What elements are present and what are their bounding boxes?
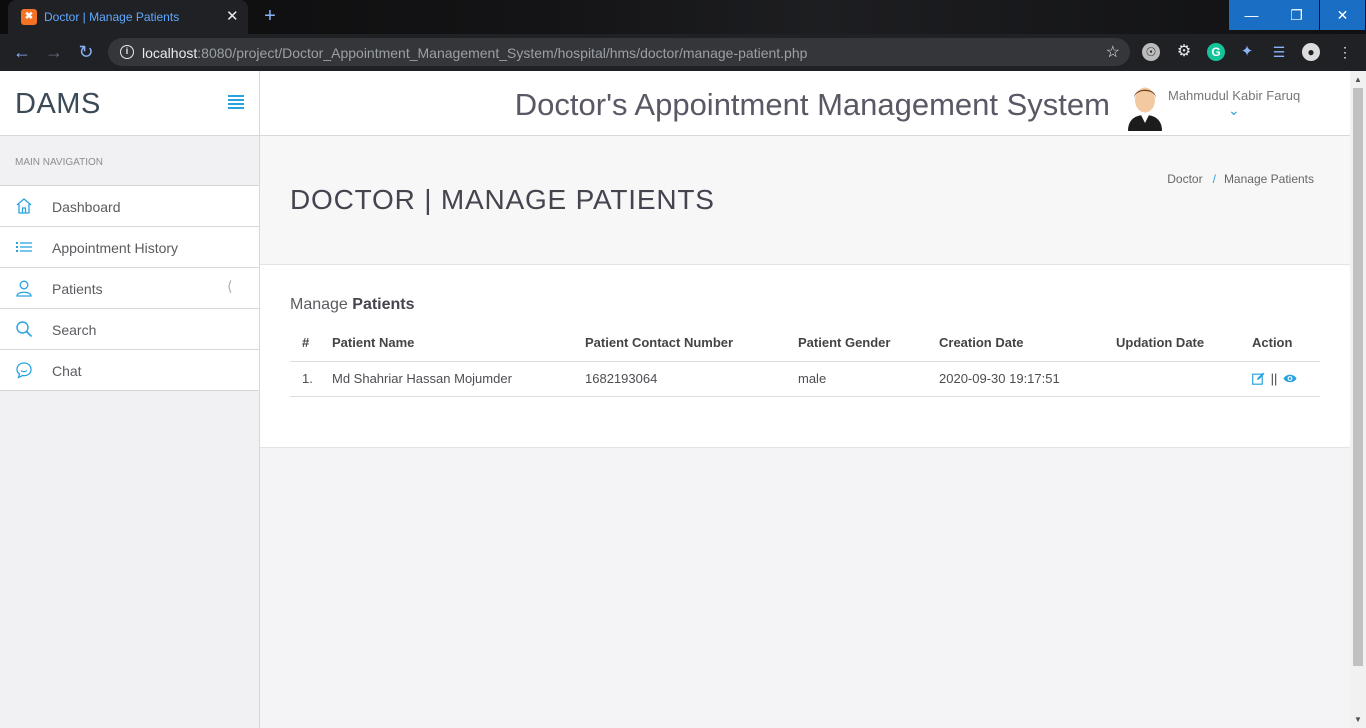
user-name[interactable]: Mahmudul Kabir Faruq (1168, 88, 1300, 103)
bookmark-star-icon[interactable]: ☆ (1106, 42, 1120, 62)
browser-tab[interactable]: ✖ Doctor | Manage Patients ✕ (8, 0, 248, 34)
extensions-icon[interactable]: ✦ (1238, 43, 1256, 61)
sidebar-item-dashboard[interactable]: Dashboard (0, 186, 259, 227)
web-page: DAMS MAIN NAVIGATION Dashboard Appointme… (0, 71, 1366, 728)
patient-gender: male (798, 361, 939, 397)
table-row: 1. Md Shahriar Hassan Mojumder 168219306… (290, 361, 1320, 397)
nav-heading: MAIN NAVIGATION (15, 157, 103, 168)
breadcrumb-item-current: Manage Patients (1223, 172, 1314, 186)
column-header: Patient Contact Number (585, 325, 798, 362)
breadcrumb: Doctor / Manage Patients (1167, 172, 1314, 186)
column-header: Updation Date (1116, 325, 1252, 362)
tab-close-icon[interactable]: ✕ (226, 7, 239, 25)
action-separator: || (1270, 371, 1278, 386)
updation-date (1116, 361, 1252, 397)
chevron-left-icon[interactable]: ⟨ (227, 278, 232, 295)
app-title: Doctor's Appointment Management System (514, 87, 1110, 122)
brand-logo[interactable]: DAMS (15, 88, 101, 121)
page-header: DOCTOR | MANAGE PATIENTS Doctor / Manage P… (260, 136, 1350, 265)
globe-icon[interactable]: ☉ (1142, 43, 1160, 61)
avatar[interactable] (1124, 81, 1166, 131)
column-header: # (290, 325, 332, 362)
view-eye-icon[interactable] (1279, 371, 1297, 386)
section-title: Manage Patients (290, 296, 415, 313)
sidebar-item-label: Search (52, 322, 97, 338)
main-content: Doctor's Appointment Management System M… (260, 71, 1350, 728)
sidebar-item-label: Patients (52, 281, 103, 297)
tab-bar: ✖ Doctor | Manage Patients ✕ + — ❐ ✕ (0, 0, 1366, 34)
chat-icon (15, 361, 33, 379)
list-icon (15, 238, 33, 256)
tab-title: Doctor | Manage Patients (44, 10, 180, 24)
breadcrumb-item-doctor[interactable]: Doctor (1167, 172, 1202, 186)
main-navigation: Dashboard Appointment History Patients ⟨ (0, 185, 259, 391)
edit-icon[interactable] (1252, 371, 1269, 386)
sidebar-item-appointment-history[interactable]: Appointment History (0, 227, 259, 268)
column-header: Patient Gender (798, 325, 939, 362)
patient-name: Md Shahriar Hassan Mojumder (332, 361, 585, 397)
chevron-down-icon[interactable]: ⌄ (1228, 102, 1240, 119)
close-icon[interactable]: ✕ (1320, 0, 1365, 30)
column-header: Patient Name (332, 325, 585, 362)
new-tab-icon[interactable]: + (258, 4, 282, 28)
creation-date: 2020-09-30 19:17:51 (939, 361, 1116, 397)
minimize-icon[interactable]: — (1229, 0, 1274, 30)
home-icon (15, 197, 33, 215)
menu-toggle-icon[interactable] (228, 95, 244, 111)
address-bar[interactable]: i localhost:8080/project/Doctor_Appointm… (108, 38, 1130, 66)
browser-menu-icon[interactable]: ⋮ (1336, 43, 1354, 61)
url-text[interactable]: localhost:8080/project/Doctor_Appointmen… (142, 45, 807, 61)
scroll-up-icon[interactable]: ▲ (1354, 75, 1362, 84)
browser-chrome: ✖ Doctor | Manage Patients ✕ + — ❐ ✕ ← →… (0, 0, 1366, 71)
info-icon[interactable]: i (120, 45, 134, 59)
sidebar-item-search[interactable]: Search (0, 309, 259, 350)
sidebar: DAMS MAIN NAVIGATION Dashboard Appointme… (0, 71, 260, 728)
column-header: Creation Date (939, 325, 1116, 362)
back-icon[interactable]: ← (11, 42, 33, 63)
sidebar-item-chat[interactable]: Chat (0, 350, 259, 391)
grammarly-icon[interactable]: G (1207, 43, 1225, 61)
reload-icon[interactable]: ↻ (75, 42, 97, 63)
user-icon (15, 279, 33, 297)
table-header-row: # Patient Name Patient Contact Number Pa… (290, 325, 1320, 362)
row-number: 1. (290, 361, 332, 397)
page-scrollbar[interactable]: ▲ ▼ (1350, 71, 1366, 728)
restore-icon[interactable]: ❐ (1274, 0, 1319, 30)
media-control-icon[interactable]: ☰ (1270, 43, 1288, 61)
patients-panel: Manage Patients # Patient Name Patient C… (260, 265, 1350, 448)
browser-toolbar: ← → ↻ i localhost:8080/project/Doctor_Ap… (0, 34, 1366, 71)
sidebar-item-label: Appointment History (52, 240, 179, 256)
forward-icon[interactable]: → (43, 42, 65, 63)
top-header: Doctor's Appointment Management System M… (260, 71, 1350, 136)
gear-icon[interactable]: ⚙ (1175, 43, 1193, 61)
column-header: Action (1252, 325, 1320, 362)
patients-table: # Patient Name Patient Contact Number Pa… (290, 325, 1320, 397)
brand-bar: DAMS (0, 71, 259, 136)
breadcrumb-separator: / (1212, 172, 1216, 186)
scroll-down-icon[interactable]: ▼ (1354, 715, 1362, 724)
sidebar-item-patients[interactable]: Patients ⟨ (0, 268, 259, 309)
profile-avatar[interactable]: ● (1302, 43, 1320, 61)
sidebar-item-label: Chat (52, 363, 82, 379)
scrollbar-thumb[interactable] (1353, 88, 1363, 666)
page-title: DOCTOR | MANAGE PATIENTS (290, 184, 715, 215)
sidebar-item-label: Dashboard (52, 199, 121, 215)
row-actions: || (1252, 361, 1320, 397)
search-icon (15, 320, 33, 338)
xampp-icon: ✖ (21, 9, 37, 25)
patient-contact: 1682193064 (585, 361, 798, 397)
